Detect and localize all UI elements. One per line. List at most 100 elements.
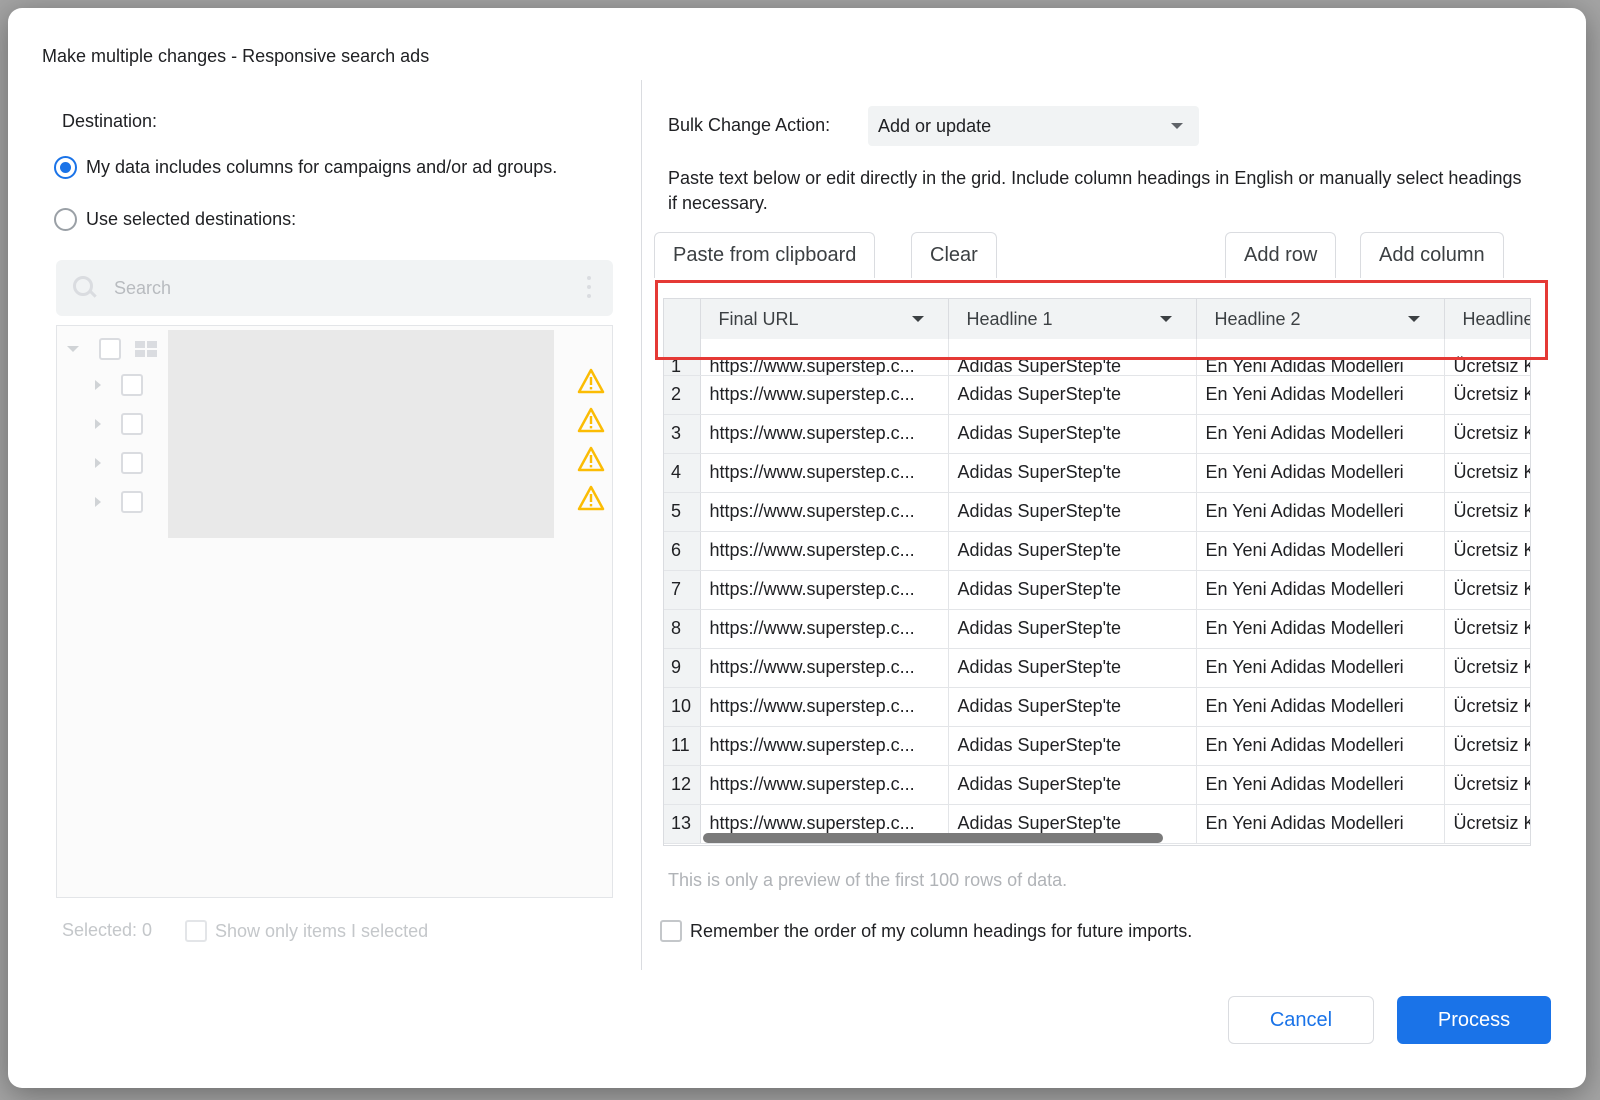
radio-columns-label: My data includes columns for campaigns a… [86,157,558,177]
column-header-final-url[interactable]: Final URL [700,299,949,339]
cell-headline-2[interactable]: En Yeni Adidas Modelleri [1196,648,1445,688]
add-row-button[interactable]: Add row [1225,232,1337,278]
cell-final-url[interactable]: https://www.superstep.c... [700,609,949,649]
table-row: 1 https://www.superstep.c... Adidas Supe… [664,339,1530,376]
campaign-grid-icon [135,341,157,357]
column-header-headline-3[interactable]: Headline [1444,299,1531,339]
grid-header-row: Final URL Headline 1 Headline 2 Headline [664,299,1531,339]
tree-row[interactable] [95,452,143,474]
cell-headline-3[interactable]: Ücretsiz K [1444,414,1530,454]
cell-headline-3[interactable]: Ücretsiz K [1444,687,1530,727]
cell-headline-2[interactable]: En Yeni Adidas Modelleri [1196,726,1445,766]
paste-from-clipboard-button[interactable]: Paste from clipboard [654,232,876,278]
cell-headline-3[interactable]: Ücretsiz K [1444,531,1530,571]
cell-headline-1[interactable]: Adidas SuperStep'te [948,375,1197,415]
column-dropdown-icon[interactable] [911,316,924,322]
cell-headline-2[interactable]: En Yeni Adidas Modelleri [1196,414,1445,454]
column-dropdown-icon[interactable] [1407,316,1420,322]
tree-row-checkbox[interactable] [121,452,143,474]
cell-headline-1[interactable]: Adidas SuperStep'te [948,765,1197,805]
cell-headline-2[interactable]: En Yeni Adidas Modelleri [1196,687,1445,727]
cell-headline-1[interactable]: Adidas SuperStep'te [948,492,1197,532]
cell-headline-1[interactable]: Adidas SuperStep'te [948,570,1197,610]
bulk-action-select[interactable]: Add or update [868,106,1199,146]
remember-order-option[interactable]: Remember the order of my column headings… [660,920,1192,942]
cell-final-url[interactable]: https://www.superstep.c... [700,339,949,376]
cell-headline-3[interactable]: Ücretsiz K [1444,492,1530,532]
cell-headline-1[interactable]: Adidas SuperStep'te [948,453,1197,493]
expand-caret-icon[interactable] [95,419,101,429]
cell-final-url[interactable]: https://www.superstep.c... [700,453,949,493]
cell-headline-1[interactable]: Adidas SuperStep'te [948,726,1197,766]
cell-headline-1[interactable]: Adidas SuperStep'te [948,687,1197,727]
tree-row-checkbox[interactable] [121,413,143,435]
search-input[interactable] [114,277,554,299]
cell-headline-3[interactable]: Ücretsiz K [1444,726,1530,766]
add-column-button[interactable]: Add column [1360,232,1504,278]
cell-headline-3[interactable]: Ücretsiz K [1444,375,1530,415]
cell-headline-1[interactable]: Adidas SuperStep'te [948,609,1197,649]
warning-icon [577,446,605,472]
cancel-button[interactable]: Cancel [1228,996,1374,1044]
tree-row-checkbox[interactable] [121,374,143,396]
cell-final-url[interactable]: https://www.superstep.c... [700,492,949,532]
tree-root-checkbox[interactable] [99,338,121,360]
cell-headline-3[interactable]: Ücretsiz K [1444,804,1530,844]
cell-headline-2[interactable]: En Yeni Adidas Modelleri [1196,531,1445,571]
cell-headline-3[interactable]: Ücretsiz K [1444,453,1530,493]
expand-caret-icon[interactable] [95,497,101,507]
radio-selected-destinations-option[interactable]: Use selected destinations: [54,208,296,231]
more-options-icon[interactable] [587,276,591,298]
cell-final-url[interactable]: https://www.superstep.c... [700,570,949,610]
radio-button-unselected[interactable] [54,208,77,231]
cell-headline-3[interactable]: Ücretsiz K [1444,570,1530,610]
horizontal-scrollbar[interactable] [703,833,1163,843]
column-header-headline-2[interactable]: Headline 2 [1196,299,1445,339]
cell-headline-2[interactable]: En Yeni Adidas Modelleri [1196,570,1445,610]
cell-headline-2[interactable]: En Yeni Adidas Modelleri [1196,453,1445,493]
cell-headline-3[interactable]: Ücretsiz K [1444,609,1530,649]
radio-columns-option[interactable]: My data includes columns for campaigns a… [54,156,557,179]
data-grid[interactable]: Final URL Headline 1 Headline 2 Headline… [663,298,1531,846]
cell-headline-2[interactable]: En Yeni Adidas Modelleri [1196,765,1445,805]
cell-headline-3[interactable]: Ücretsiz K [1444,339,1530,376]
expand-caret-icon[interactable] [95,458,101,468]
cell-headline-2[interactable]: En Yeni Adidas Modelleri [1196,339,1445,376]
warning-icon [577,368,605,394]
tree-row[interactable] [95,413,143,435]
cell-final-url[interactable]: https://www.superstep.c... [700,726,949,766]
cell-headline-3[interactable]: Ücretsiz K [1444,765,1530,805]
cell-headline-2[interactable]: En Yeni Adidas Modelleri [1196,375,1445,415]
tree-row-checkbox[interactable] [121,491,143,513]
cell-final-url[interactable]: https://www.superstep.c... [700,765,949,805]
process-button[interactable]: Process [1397,996,1551,1044]
cell-headline-2[interactable]: En Yeni Adidas Modelleri [1196,492,1445,532]
cell-final-url[interactable]: https://www.superstep.c... [700,687,949,727]
cell-headline-1[interactable]: Adidas SuperStep'te [948,531,1197,571]
column-header-label: Headline [1462,308,1531,329]
cell-headline-1[interactable]: Adidas SuperStep'te [948,414,1197,454]
table-row: 8 https://www.superstep.c... Adidas Supe… [664,609,1530,649]
tree-row[interactable] [95,374,143,396]
destination-tree [56,325,613,898]
remember-order-checkbox[interactable] [660,920,682,942]
cell-headline-3[interactable]: Ücretsiz K [1444,648,1530,688]
column-dropdown-icon[interactable] [1159,316,1172,322]
expand-caret-icon[interactable] [95,380,101,390]
cell-headline-2[interactable]: En Yeni Adidas Modelleri [1196,609,1445,649]
cell-headline-1[interactable]: Adidas SuperStep'te [948,339,1197,376]
show-only-checkbox[interactable] [185,920,207,942]
table-row: 6 https://www.superstep.c... Adidas Supe… [664,531,1530,571]
cell-headline-2[interactable]: En Yeni Adidas Modelleri [1196,804,1445,844]
collapse-caret-icon[interactable] [67,346,79,352]
column-header-headline-1[interactable]: Headline 1 [948,299,1197,339]
show-only-selected-option[interactable]: Show only items I selected [185,920,428,942]
tree-row[interactable] [95,491,143,513]
cell-final-url[interactable]: https://www.superstep.c... [700,648,949,688]
clear-button[interactable]: Clear [911,232,997,278]
radio-button-selected[interactable] [54,156,77,179]
cell-final-url[interactable]: https://www.superstep.c... [700,414,949,454]
cell-final-url[interactable]: https://www.superstep.c... [700,531,949,571]
cell-headline-1[interactable]: Adidas SuperStep'te [948,648,1197,688]
cell-final-url[interactable]: https://www.superstep.c... [700,375,949,415]
